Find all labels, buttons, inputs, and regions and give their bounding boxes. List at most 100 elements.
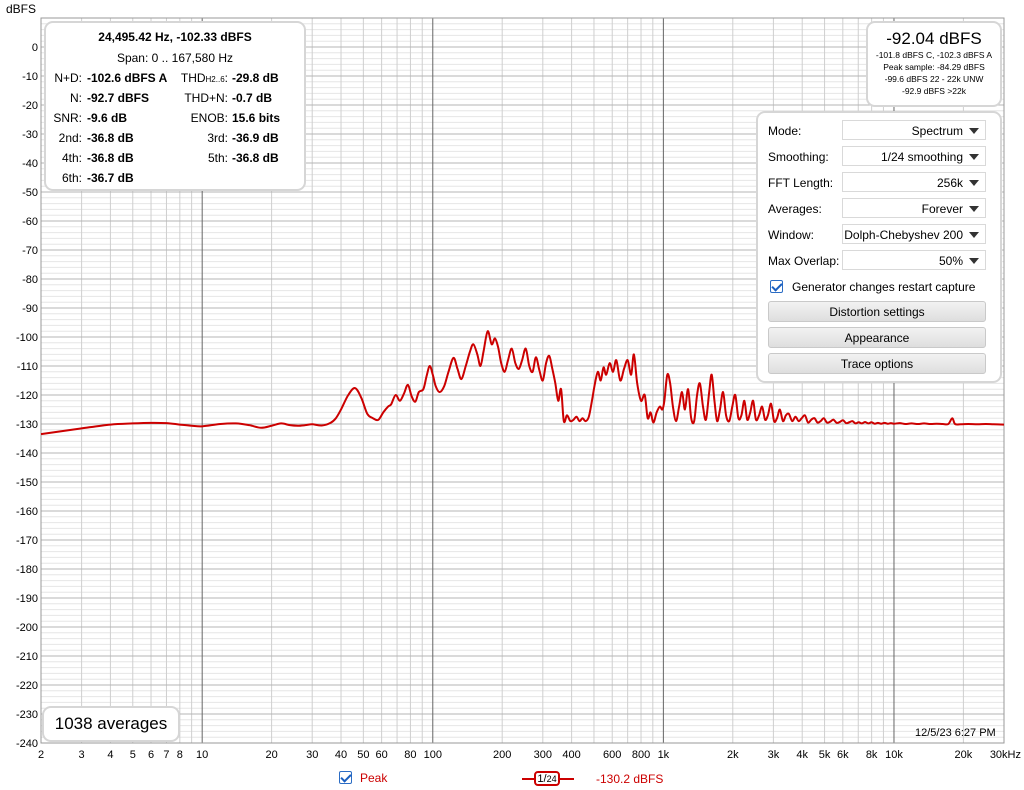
stat-label: N+D: [54,71,82,85]
y-tick-label: -110 [17,361,38,373]
x-tick-label: 20 [265,749,277,761]
x-tick-label: 30kHz [990,749,1021,761]
y-tick-label: -100 [16,332,38,344]
level-line-3: -99.6 dBFS 22 - 22k UNW [884,74,984,84]
x-tick-label: 800 [632,749,650,761]
y-tick-label: -30 [22,129,38,141]
restart-capture-checkbox[interactable] [770,280,783,293]
y-tick-label: -20 [22,100,38,112]
level-line-2: Peak sample: -84.29 dBFS [883,62,985,72]
chevron-down-icon [969,128,979,134]
y-tick-label: -240 [16,738,38,750]
y-tick-label: -180 [16,564,38,576]
x-tick-label: 4 [107,749,113,761]
appearance-button[interactable]: Appearance [768,327,986,348]
x-tick-label: 50 [357,749,369,761]
y-tick-label: -10 [22,71,38,83]
chevron-down-icon [969,154,979,160]
smoothing-select[interactable]: 1/24 smoothing [842,146,986,166]
restart-capture-option[interactable]: Generator changes restart capture [770,279,995,297]
cursor-readout: 24,495.42 Hz, -102.33 dBFS [98,30,252,44]
checkmark-icon [340,771,352,783]
x-tick-label: 200 [493,749,511,761]
averages-label: Averages: [768,202,822,216]
legend-smoothing[interactable]: 1/24 [522,770,574,788]
fft-length-select[interactable]: 256k [842,172,986,192]
x-tick-label: 600 [603,749,621,761]
y-tick-label: -190 [16,593,38,605]
averages-value: Forever [921,202,963,216]
stat-label: SNR: [53,111,82,125]
stat-label: THD+N: [184,91,228,105]
distortion-settings-button[interactable]: Distortion settings [768,301,986,322]
stat-value: -0.7 dB [232,91,273,105]
restart-capture-label: Generator changes restart capture [792,280,976,294]
x-tick-label: 1k [658,749,670,761]
mode-select[interactable]: Spectrum [842,120,986,140]
chevron-down-icon [969,232,979,238]
averages-badge: 1038 averages [42,706,180,742]
averages-row: Averages: Forever [768,198,990,220]
checkmark-icon [771,280,783,292]
max-overlap-value: 50% [938,254,963,268]
x-tick-label: 10 [196,749,208,761]
x-tick-label: 80 [404,749,416,761]
stat-label: 3rd: [207,131,228,145]
chevron-down-icon [969,206,979,212]
y-axis-ticks: 0 -10 -20 -30 -40 -50 -60 -70 -80 -90 -100 -110 -120… [16,42,38,750]
settings-panel: Mode: Spectrum Smoothing: 1/24 smoothing… [756,111,1002,383]
max-overlap-label: Max Overlap: [768,254,840,268]
y-tick-label: -140 [16,448,38,460]
x-tick-label: 8k [866,749,878,761]
stat-label: 6th: [61,171,82,185]
x-tick-label: 3 [79,749,85,761]
y-tick-label: -220 [16,680,38,692]
stat-label: THDH2..6: [164,71,228,85]
smoothing-value: 1/24 smoothing [880,150,963,164]
x-tick-label: 3k [768,749,780,761]
mode-row: Mode: Spectrum [768,120,990,142]
stat-label: 2nd: [58,131,82,145]
x-tick-label: 100 [424,749,442,761]
averages-select[interactable]: Forever [842,198,986,218]
stat-label-end: : [224,71,228,85]
x-tick-label: 10k [885,749,903,761]
legend-level: -130.2 dBFS [596,772,664,786]
mode-value: Spectrum [911,124,963,138]
y-tick-label: -160 [16,506,38,518]
smoothing-numerator: 1 [537,773,544,785]
stat-value: -29.8 dB [232,71,279,85]
window-label: Window: [768,228,815,242]
level-line-4: -92.9 dBFS >22k [901,86,967,96]
x-tick-label: 20k [955,749,973,761]
x-tick-label: 400 [562,749,580,761]
chevron-down-icon [969,180,979,186]
window-select[interactable]: Dolph-Chebyshev 200 [842,224,986,244]
x-tick-label: 40 [335,749,347,761]
y-tick-label: -150 [16,477,38,489]
y-tick-label: -200 [16,622,38,634]
mode-label: Mode: [768,124,802,138]
max-overlap-row: Max Overlap: 50% [768,250,990,272]
stat-value: -36.8 dB [232,151,279,165]
smoothing-denominator: 24 [546,774,557,784]
peak-checkbox[interactable] [339,771,352,784]
y-tick-label: -130 [16,419,38,431]
level-summary-panel: -92.04 dBFS -101.8 dBFS C, -102.3 dBFS A… [866,21,1002,107]
max-overlap-select[interactable]: 50% [842,250,986,270]
x-tick-label: 30 [306,749,318,761]
trace-options-button[interactable]: Trace options [768,353,986,374]
x-tick-label: 60 [375,749,387,761]
stat-label: 5th: [207,151,228,165]
legend-line-right [560,778,574,780]
timestamp: 12/5/23 6:27 PM [915,727,996,739]
measurement-stats-panel: 24,495.42 Hz, -102.33 dBFS Span: 0 .. 16… [44,21,306,191]
x-axis-ticks: 2 3 4 5 6 7 8 10 20 30 40 50 60 80 100 200 300 400 600 800 1… [38,749,1021,761]
x-tick-label: 2k [727,749,739,761]
stat-label-sub: H2..6 [205,75,225,84]
stat-label-main: THD [180,71,206,85]
y-tick-label: -60 [22,216,38,228]
fft-length-value: 256k [936,176,963,190]
fft-length-row: FFT Length: 256k [768,172,990,194]
span-readout: Span: 0 .. 167,580 Hz [116,51,234,65]
